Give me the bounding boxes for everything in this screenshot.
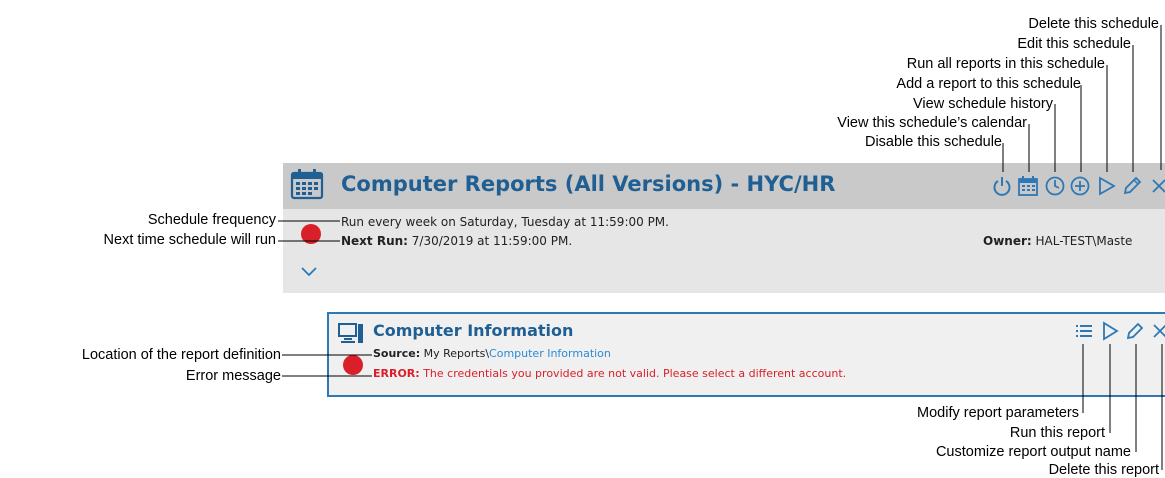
source-label: Source: — [373, 347, 421, 360]
clock-icon[interactable] — [1044, 175, 1066, 197]
error-label: ERROR: — [373, 367, 420, 380]
owner-value: HAL-TEST\Maste — [1035, 234, 1133, 248]
play-icon[interactable] — [1095, 175, 1117, 197]
schedule-calendar-icon — [290, 169, 324, 200]
play-icon[interactable] — [1100, 321, 1120, 341]
error-text: The credentials you provided are not val… — [423, 367, 847, 380]
close-icon[interactable] — [1150, 321, 1165, 341]
next-run: Next Run: 7/30/2019 at 11:59:00 PM. — [341, 234, 572, 248]
annotation-run-report: Run this report — [1009, 425, 1105, 441]
source-link[interactable]: Computer Information — [489, 347, 611, 360]
calendar-icon[interactable] — [1017, 175, 1039, 197]
chevron-down-icon[interactable] — [300, 266, 318, 278]
pencil-icon[interactable] — [1125, 321, 1145, 341]
owner-label: Owner: — [983, 234, 1032, 248]
annotation-location: Location of the report definition — [81, 347, 281, 363]
power-icon[interactable] — [991, 175, 1013, 197]
owner: Owner: HAL-TEST\Maste — [983, 234, 1132, 248]
list-icon[interactable] — [1074, 321, 1094, 341]
annotation-error-message: Error message — [185, 368, 281, 384]
annotation-modify-params: Modify report parameters — [917, 405, 1079, 421]
pencil-icon[interactable] — [1121, 175, 1143, 197]
annotation-add-report: Add a report to this schedule — [896, 76, 1081, 92]
annotation-view-history: View schedule history — [913, 96, 1053, 112]
annotation-customize-name: Customize report output name — [935, 444, 1131, 460]
annotation-delete-report: Delete this report — [1048, 462, 1159, 478]
annotation-edit-schedule: Edit this schedule — [1017, 36, 1131, 52]
annotation-view-calendar: View this schedule’s calendar — [837, 115, 1027, 131]
source-path: My Reports\ — [423, 347, 490, 360]
next-run-label: Next Run: — [341, 234, 408, 248]
annotation-delete-schedule: Delete this schedule — [1028, 16, 1159, 32]
schedule-frequency: Run every week on Saturday, Tuesday at 1… — [341, 215, 669, 229]
computer-icon — [338, 323, 363, 343]
status-indicator — [301, 224, 321, 244]
annotation-disable-schedule: Disable this schedule — [864, 134, 1002, 150]
add-circle-icon[interactable] — [1069, 175, 1091, 197]
schedule-title: Computer Reports (All Versions) - HYC/HR — [341, 172, 836, 196]
annotation-schedule-frequency: Schedule frequency — [147, 212, 276, 228]
report-title: Computer Information — [373, 321, 574, 340]
close-icon[interactable] — [1148, 175, 1165, 197]
next-run-value: 7/30/2019 at 11:59:00 PM. — [411, 234, 573, 248]
report-source: Source: My Reports\Computer Information — [373, 347, 611, 360]
annotation-next-time: Next time schedule will run — [103, 232, 276, 248]
annotation-run-all: Run all reports in this schedule — [906, 56, 1105, 72]
error-indicator — [343, 355, 363, 375]
report-error: ERROR: The credentials you provided are … — [373, 367, 846, 380]
